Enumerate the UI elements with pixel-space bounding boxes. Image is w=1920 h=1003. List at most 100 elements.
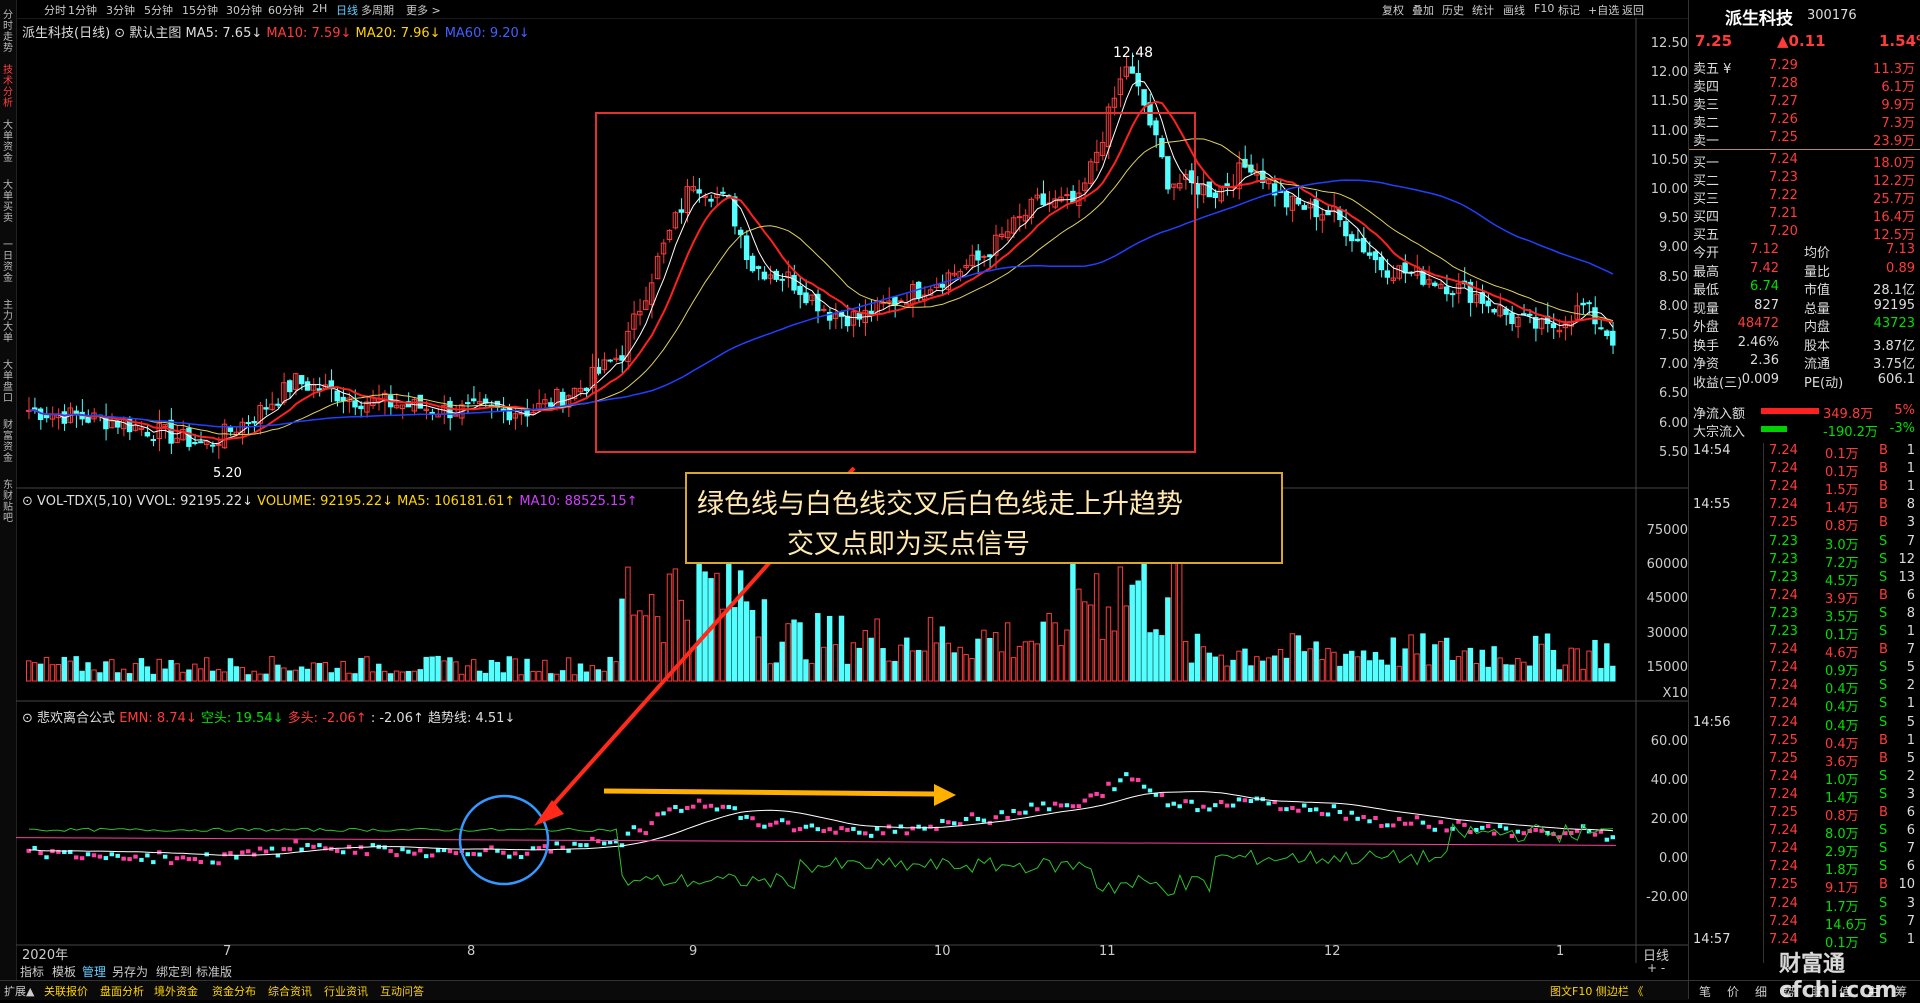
ind-tool-3[interactable]: 另存为 — [112, 963, 148, 980]
left-tab-3[interactable]: 大单买卖 — [1, 180, 15, 224]
volume-bar — [1479, 649, 1485, 682]
left-tab-4[interactable]: 一日资金 — [1, 240, 15, 284]
indicator-bar — [1058, 803, 1064, 808]
left-tab-6[interactable]: 大单盘口 — [1, 360, 15, 404]
period-tab-4[interactable]: 15分钟 — [182, 2, 218, 18]
tool-7[interactable]: +自选 — [1588, 2, 1619, 18]
period-tab-2[interactable]: 3分钟 — [106, 2, 135, 18]
template-label[interactable]: 默认主图 — [129, 26, 181, 41]
quote-tab-0[interactable]: 笔 — [1699, 983, 1711, 1000]
ind-menu-icon[interactable]: ⊙ — [22, 711, 33, 726]
indicator-bar — [257, 846, 263, 851]
candle-body — [720, 191, 726, 194]
bottom-tab-6[interactable]: 行业资讯 — [324, 983, 368, 999]
tick-list[interactable]: 14:54 7.24 0.1万 B 1 7.24 0.1万 B 1 7.24 1.5万 B 1 14:55… — [1689, 443, 1920, 963]
bid-price: 7.24 — [1769, 152, 1798, 167]
bottom-tab-5[interactable]: 综合资讯 — [268, 983, 312, 999]
left-tab-8[interactable]: 东财贴吧 — [1, 480, 15, 524]
indicator-bar — [222, 852, 227, 857]
volume-bar — [1432, 644, 1438, 682]
quote-tab-1[interactable]: 价 — [1727, 983, 1739, 1000]
tool-5[interactable]: F10 — [1534, 2, 1554, 15]
indicator-bar — [1207, 807, 1212, 812]
period-tab-5[interactable]: 30分钟 — [226, 2, 262, 18]
period-tab-3[interactable]: 5分钟 — [144, 2, 173, 18]
ind-tool-0[interactable]: 指标 — [20, 963, 44, 980]
volume-bar — [132, 662, 139, 682]
zoom-buttons[interactable]: + - — [1647, 961, 1665, 975]
tool-0[interactable]: 复权 — [1382, 2, 1404, 18]
left-tab-1[interactable]: 技术分析 — [1, 65, 15, 109]
ind-name[interactable]: 悲欢离合公式 — [37, 711, 115, 726]
bottom-tab-3[interactable]: 境外资金 — [154, 983, 198, 999]
volume-bar — [144, 666, 151, 682]
indicator-bar — [975, 816, 981, 821]
tool-1[interactable]: 叠加 — [1412, 2, 1434, 18]
volume-bar — [601, 670, 607, 682]
quote-tab-2[interactable]: 细 — [1755, 983, 1767, 1000]
ind-tool-4[interactable]: 绑定到 — [156, 963, 192, 980]
stat-row: 现量 827 总量 92195 — [1689, 298, 1919, 317]
indicator-bar — [168, 861, 174, 866]
tick-price: 7.24 — [1769, 479, 1798, 495]
tick-count: 7 — [1906, 533, 1915, 549]
tick-count: 1 — [1906, 732, 1915, 748]
period-tab-7[interactable]: 2H — [312, 2, 327, 15]
bottom-right-links[interactable]: 图文F10 侧边栏 《 — [1550, 983, 1643, 999]
volume-bar — [1111, 630, 1118, 682]
volume-bar — [981, 629, 987, 682]
left-tab-2[interactable]: 大单资金 — [1, 120, 15, 164]
ask-price: 7.25 — [1769, 130, 1798, 145]
volume-bar — [168, 660, 174, 682]
tick-price: 7.24 — [1769, 895, 1798, 911]
ind-tool-5[interactable]: 标准版 — [196, 963, 232, 980]
vol-menu-icon[interactable]: ⊙ — [22, 494, 33, 509]
tick-volume: 0.4万 — [1825, 682, 1859, 698]
stat-value: 0.89 — [1886, 260, 1915, 276]
indicator-bar — [1379, 823, 1384, 828]
volume-info-line: ⊙ VOL-TDX(5,10) VVOL: 92195.22↓ VOLUME: … — [22, 494, 638, 509]
period-tab-10[interactable]: 更多 > — [406, 2, 441, 18]
tick-price: 7.23 — [1769, 605, 1798, 621]
candle-body — [1527, 313, 1533, 316]
tool-2[interactable]: 历史 — [1442, 2, 1464, 18]
bottom-tab-0[interactable]: 扩展▲ — [4, 983, 34, 999]
indicator-bar — [512, 851, 518, 856]
bottom-tab-4[interactable]: 资金分布 — [212, 983, 256, 999]
period-tab-8[interactable]: 日线 — [336, 2, 358, 18]
period-tab-9[interactable]: 多周期 — [361, 2, 394, 18]
tool-3[interactable]: 统计 — [1472, 2, 1494, 18]
volume-bar — [660, 642, 667, 682]
tick-row: 7.24 0.1万 B 1 — [1689, 461, 1919, 480]
tool-6[interactable]: 标记 — [1558, 2, 1580, 18]
left-tab-5[interactable]: 主力大单 — [1, 300, 15, 344]
bottom-tab-7[interactable]: 互动问答 — [380, 983, 424, 999]
ind-tool-2[interactable]: 管理 — [82, 963, 106, 980]
indicator-bar — [631, 825, 637, 830]
indicator-bar — [240, 850, 245, 855]
ask-volume: 11.3万 — [1873, 62, 1915, 77]
candle-body — [1283, 191, 1290, 208]
tick-volume: 1.4万 — [1825, 790, 1859, 806]
left-tab-7[interactable]: 财富资金 — [1, 420, 15, 464]
period-tab-1[interactable]: 1分钟 — [68, 2, 97, 18]
bottom-tab-2[interactable]: 盘面分析 — [100, 983, 144, 999]
volume-bar — [785, 623, 791, 682]
vol-indicator-name[interactable]: VOL-TDX(5,10) — [37, 494, 132, 509]
left-tab-0[interactable]: 分时走势 — [1, 10, 15, 54]
tool-4[interactable]: 画线 — [1503, 2, 1525, 18]
volume-bar — [245, 674, 251, 682]
volume-bar — [1212, 656, 1218, 682]
indicator-bar — [1610, 835, 1615, 840]
period-tab-0[interactable]: 分时 — [44, 2, 66, 18]
ind-tool-1[interactable]: 模板 — [52, 963, 76, 980]
bid-volume: 25.7万 — [1873, 192, 1915, 207]
bid-row: 买四 7.21 16.4万 — [1689, 206, 1919, 225]
bottom-tab-1[interactable]: 关联报价 — [44, 983, 88, 999]
tick-count: 5 — [1906, 750, 1915, 766]
volume-bar — [1058, 645, 1064, 682]
period-tab-6[interactable]: 60分钟 — [268, 2, 304, 18]
ask-volume: 9.9万 — [1881, 98, 1915, 113]
candle-body — [500, 408, 507, 411]
indicator-bar — [447, 849, 453, 854]
